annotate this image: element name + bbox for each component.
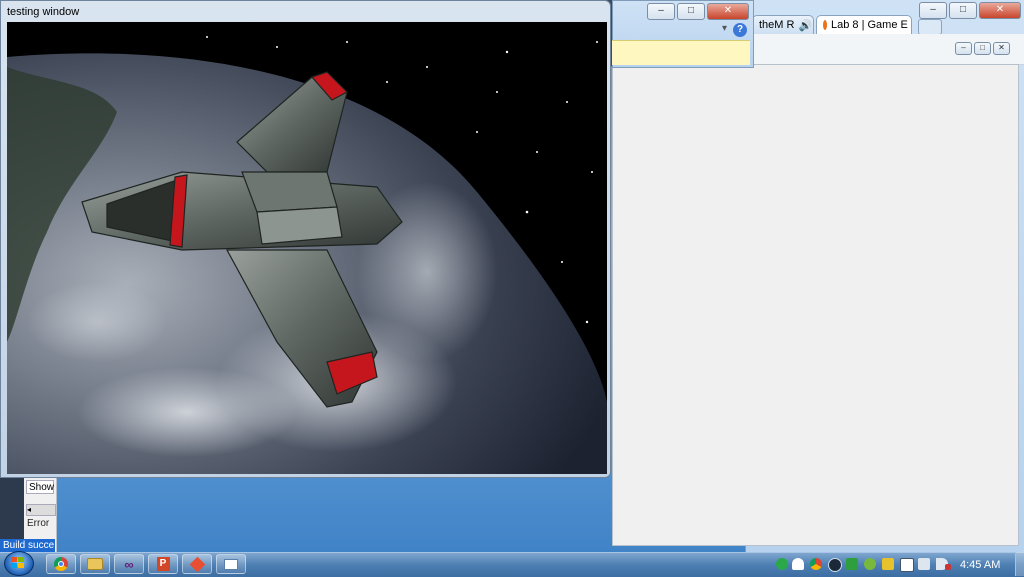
chevron-down-icon[interactable]: ▾ — [722, 23, 727, 34]
taskbar-powerpoint-button[interactable]: P — [148, 554, 178, 574]
taskbar-git-button[interactable] — [182, 554, 212, 574]
chrome-tray-icon[interactable] — [810, 558, 822, 570]
steam-icon[interactable] — [828, 558, 842, 572]
render-viewport[interactable] — [7, 22, 607, 474]
inner-window-controls: – □ ✕ — [955, 42, 1010, 55]
window-icon — [224, 559, 238, 570]
middle-close-button[interactable]: ✕ — [707, 3, 749, 20]
middle-maximize-button[interactable]: □ — [677, 3, 705, 20]
info-bar — [612, 40, 750, 65]
browser-tab-2[interactable]: Lab 8 | Game E × — [816, 15, 912, 34]
taskbar-chrome-button[interactable] — [46, 554, 76, 574]
testing-window[interactable]: testing window — [0, 0, 611, 478]
tab-label: theM R — [759, 19, 794, 31]
git-icon — [189, 556, 205, 572]
middle-minimize-button[interactable]: – — [647, 3, 675, 20]
show-desktop-button[interactable] — [1015, 552, 1024, 576]
visual-studio-icon: ∞ — [124, 557, 133, 572]
browser-window-controls: – □ ✕ — [919, 2, 1021, 19]
window-title: testing window — [7, 6, 79, 18]
inner-minimize-button[interactable]: – — [955, 42, 972, 55]
inner-close-button[interactable]: ✕ — [993, 42, 1010, 55]
taskbar-clock[interactable]: 4:45 AM — [960, 559, 1000, 571]
taskbar-visual-studio-button[interactable]: ∞ — [114, 554, 144, 574]
show-output-dropdown[interactable]: Show — [26, 480, 54, 494]
tab-label: Lab 8 | Game E — [831, 19, 908, 31]
file-explorer-icon — [87, 558, 103, 570]
notification-icon[interactable] — [792, 558, 804, 570]
clipboard-icon[interactable] — [900, 558, 914, 572]
browser-minimize-button[interactable]: – — [919, 2, 947, 19]
windows-logo-icon — [11, 557, 25, 569]
powerpoint-icon: P — [157, 557, 170, 571]
shield-icon[interactable] — [846, 558, 858, 570]
help-icon[interactable]: ? — [733, 23, 747, 37]
tab-favicon-icon — [823, 20, 827, 30]
utorrent-icon[interactable] — [864, 558, 876, 570]
new-tab-button[interactable] — [918, 19, 942, 35]
taskbar-explorer-button[interactable] — [80, 554, 110, 574]
horizontal-scrollbar[interactable]: ◂ — [26, 504, 56, 516]
error-list-label[interactable]: Error — [27, 518, 49, 529]
browser-tab-1[interactable]: theM R 🔊 × — [752, 15, 814, 34]
browser-maximize-button[interactable]: □ — [949, 2, 977, 19]
taskbar-window-button[interactable] — [216, 554, 246, 574]
green-dot-icon[interactable] — [776, 558, 788, 570]
browser-content-area[interactable] — [612, 64, 1019, 546]
status-bar: Build succe — [0, 539, 55, 552]
chrome-icon — [54, 557, 68, 571]
network-icon[interactable] — [918, 558, 930, 570]
middle-window-controls: – □ ✕ — [647, 3, 749, 20]
side-toolbox — [0, 478, 24, 540]
space-scene — [7, 22, 607, 474]
game-icon[interactable] — [882, 558, 894, 570]
inner-maximize-button[interactable]: □ — [974, 42, 991, 55]
battery-icon[interactable] — [945, 564, 951, 570]
browser-close-button[interactable]: ✕ — [979, 2, 1021, 19]
speaker-icon: 🔊 — [798, 19, 812, 32]
